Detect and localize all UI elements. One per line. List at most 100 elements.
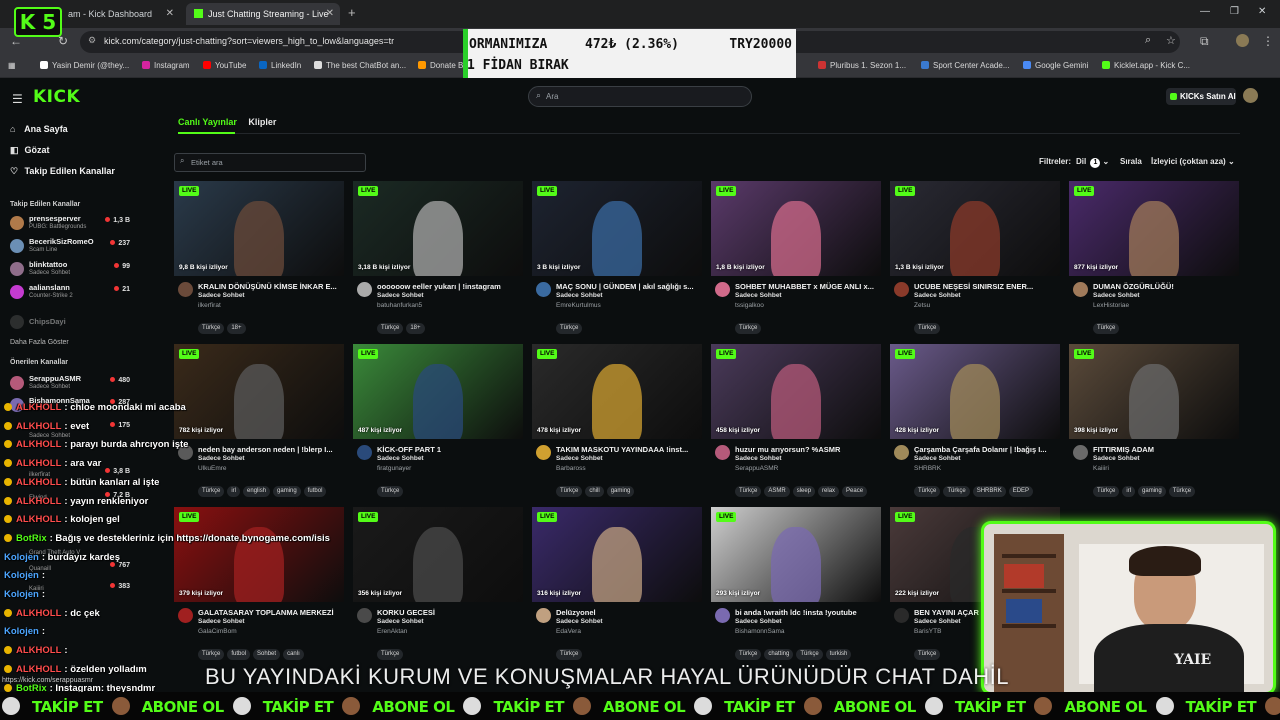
channel-name[interactable]: BarisYTB xyxy=(914,628,941,635)
channel-name[interactable]: ErenAktan xyxy=(377,628,407,635)
tab-clips[interactable]: Klipler xyxy=(248,117,276,127)
stream-tag[interactable]: futbol xyxy=(227,649,251,660)
stream-tag[interactable]: Türkçe xyxy=(556,649,583,660)
close-icon[interactable]: ✕ xyxy=(166,3,174,25)
hamburger-menu-icon[interactable]: ☰ xyxy=(12,92,23,106)
sidebar-item-following[interactable]: ♡ Takip Edilen Kanallar xyxy=(10,166,115,177)
stream-tag[interactable]: Türkçe xyxy=(198,486,225,497)
followed-channel[interactable]: prensesperver PUBG: Battlegrounds 1,3 B xyxy=(10,214,130,234)
stream-tag[interactable]: ASMR xyxy=(764,486,790,497)
tag-search-input[interactable]: ⌕ Etiket ara xyxy=(174,153,366,172)
stream-tag[interactable]: canlı xyxy=(283,649,304,660)
buy-kicks-button[interactable]: KICKs Satın Al xyxy=(1166,88,1236,105)
stream-tag[interactable]: chatting xyxy=(764,649,794,660)
bookmark-item[interactable]: YouTube xyxy=(203,61,246,70)
channel-name[interactable]: tssigalkoo xyxy=(735,302,764,309)
stream-title[interactable]: Çarşamba Çarşafa Dolanır | !bağış I... xyxy=(914,445,1060,454)
stream-tag[interactable]: turkish xyxy=(825,649,852,660)
channel-name[interactable]: Zetsu xyxy=(914,302,930,309)
stream-category[interactable]: Sadece Sohbet xyxy=(198,618,245,625)
channel-name[interactable]: SerappuASMR xyxy=(735,465,778,472)
stream-card[interactable]: LIVE 877 kişi izliyor DUMAN ÖZGÜRLÜĞÜ! Sade… xyxy=(1069,181,1239,341)
channel-avatar[interactable] xyxy=(357,445,372,460)
channel-name[interactable]: batuhanfurkan5 xyxy=(377,302,422,309)
stream-category[interactable]: Sadece Sohbet xyxy=(377,455,424,462)
site-info-icon[interactable]: ⚙ xyxy=(88,35,96,46)
stream-title[interactable]: bi anda !wraith ldc !insta !youtube xyxy=(735,608,881,617)
minimize-icon[interactable]: — xyxy=(1200,6,1210,17)
channel-avatar[interactable] xyxy=(894,282,909,297)
stream-thumbnail[interactable]: LIVE 379 kişi izliyor xyxy=(174,507,344,602)
kick-logo[interactable]: KICK xyxy=(33,87,80,107)
stream-tag[interactable]: gaming xyxy=(273,486,301,497)
channel-name[interactable]: EdaVera xyxy=(556,628,581,635)
zoom-icon[interactable]: ⌕ xyxy=(1145,34,1151,47)
stream-card[interactable]: LIVE 293 kişi izliyor bi anda !wraith ldc … xyxy=(711,507,881,667)
stream-thumbnail[interactable]: LIVE 3 B kişi izliyor xyxy=(532,181,702,276)
show-more-link[interactable]: Daha Fazla Göster xyxy=(10,339,69,346)
recommended-channel[interactable]: Quanaill 767 xyxy=(10,559,130,579)
stream-card[interactable]: LIVE 3,18 B kişi izliyor oooooow eeller yu… xyxy=(353,181,523,341)
stream-title[interactable]: DUMAN ÖZGÜRLÜĞÜ! xyxy=(1093,282,1239,291)
close-window-icon[interactable]: ✕ xyxy=(1258,6,1266,17)
stream-title[interactable]: huzur mu arıyorsun? %ASMR xyxy=(735,445,881,454)
tab-live-streams[interactable]: Canlı Yayınlar xyxy=(178,117,237,127)
stream-thumbnail[interactable]: LIVE 3,18 B kişi izliyor xyxy=(353,181,523,276)
recommended-channel[interactable]: BishamonnSama 287 xyxy=(10,396,130,416)
stream-tag[interactable]: irl xyxy=(1122,486,1136,497)
stream-thumbnail[interactable]: LIVE 782 kişi izliyor xyxy=(174,344,344,439)
user-avatar[interactable] xyxy=(1243,88,1258,103)
bookmark-item[interactable]: Instagram xyxy=(142,61,190,70)
stream-tag[interactable]: Türkçe xyxy=(735,486,762,497)
tab-kick-dashboard[interactable]: am - Kick Dashboard ✕ xyxy=(60,3,180,25)
profile-avatar[interactable] xyxy=(1236,34,1249,47)
channel-avatar[interactable] xyxy=(715,282,730,297)
search-input[interactable]: ⌕ Ara xyxy=(528,86,752,107)
stream-card[interactable]: LIVE 9,8 B kişi izliyor KRALIN DÖNÜŞÜNÜ Kİ… xyxy=(174,181,344,341)
channel-avatar[interactable] xyxy=(536,282,551,297)
stream-tag[interactable]: Türkçe xyxy=(1168,486,1196,497)
sort-select[interactable]: İzleyici (çoktan aza) ⌄ xyxy=(1151,157,1235,166)
stream-tag[interactable]: Türkçe xyxy=(377,486,404,497)
stream-tag[interactable]: EDEP xyxy=(1008,486,1034,497)
stream-card[interactable]: LIVE 487 kişi izliyor KİCK-OFF PART 1 Sadec… xyxy=(353,344,523,504)
stream-tag[interactable]: Türkçe xyxy=(377,323,404,334)
stream-category[interactable]: Sadece Sohbet xyxy=(198,455,245,462)
bookmark-item[interactable]: Google Gemini xyxy=(1023,61,1088,70)
channel-name[interactable]: firatgunayer xyxy=(377,465,411,472)
stream-title[interactable]: Delüzyonel xyxy=(556,608,702,617)
stream-tag[interactable]: futbol xyxy=(303,486,327,497)
stream-category[interactable]: Sadece Sohbet xyxy=(735,618,782,625)
stream-title[interactable]: neden bay anderson neden | !blerp I... xyxy=(198,445,344,454)
stream-category[interactable]: Sadece Sohbet xyxy=(914,618,961,625)
stream-category[interactable]: Sadece Sohbet xyxy=(1093,455,1140,462)
recommended-channel[interactable]: Sadece Sohbet 175 xyxy=(10,419,130,439)
bookmark-item[interactable]: Kicklet.app - Kick C... xyxy=(1102,61,1190,70)
bookmark-item[interactable]: Sport Center Acade... xyxy=(921,61,1010,70)
stream-tag[interactable]: relax xyxy=(818,486,840,497)
stream-tag[interactable]: 18+ xyxy=(227,323,246,334)
maximize-icon[interactable]: ❐ xyxy=(1230,6,1239,17)
bookmark-item[interactable]: Yasin Demir (@they... xyxy=(40,61,129,70)
stream-thumbnail[interactable]: LIVE 398 kişi izliyor xyxy=(1069,344,1239,439)
followed-channel[interactable]: BecerikSizRomeO Scam Line 237 xyxy=(10,237,130,257)
channel-avatar[interactable] xyxy=(894,608,909,623)
stream-card[interactable]: LIVE 458 kişi izliyor huzur mu arıyorsun? … xyxy=(711,344,881,504)
stream-card[interactable]: LIVE 379 kişi izliyor GALATASARAY TOPLANMA… xyxy=(174,507,344,667)
stream-tag[interactable]: Türkçe xyxy=(1093,486,1120,497)
stream-title[interactable]: GALATASARAY TOPLANMA MERKEZİ xyxy=(198,608,344,617)
stream-thumbnail[interactable]: LIVE 9,8 B kişi izliyor xyxy=(174,181,344,276)
stream-tag[interactable]: gaming xyxy=(1138,486,1166,497)
followed-channel[interactable]: aalianslann Counter-Strike 2 21 xyxy=(10,283,130,303)
stream-thumbnail[interactable]: LIVE 1,3 B kişi izliyor xyxy=(890,181,1060,276)
stream-tag[interactable]: Türkçe xyxy=(914,649,941,660)
stream-tag[interactable]: Türkçe xyxy=(556,486,583,497)
bookmark-item[interactable]: The best ChatBot an... xyxy=(314,61,406,70)
channel-name[interactable]: LexHistoriae xyxy=(1093,302,1129,309)
stream-tag[interactable]: Türkçe xyxy=(198,649,225,660)
stream-tag[interactable]: Türkçe xyxy=(914,486,941,497)
recommended-channel[interactable]: Elwind 7,2 B xyxy=(10,489,130,509)
channel-name[interactable]: SHRBRK xyxy=(914,465,941,472)
stream-card[interactable]: LIVE 478 kişi izliyor TAKIM MASKOTU YAYIND… xyxy=(532,344,702,504)
stream-card[interactable]: LIVE 428 kişi izliyor Çarşamba Çarşafa Dol… xyxy=(890,344,1060,504)
